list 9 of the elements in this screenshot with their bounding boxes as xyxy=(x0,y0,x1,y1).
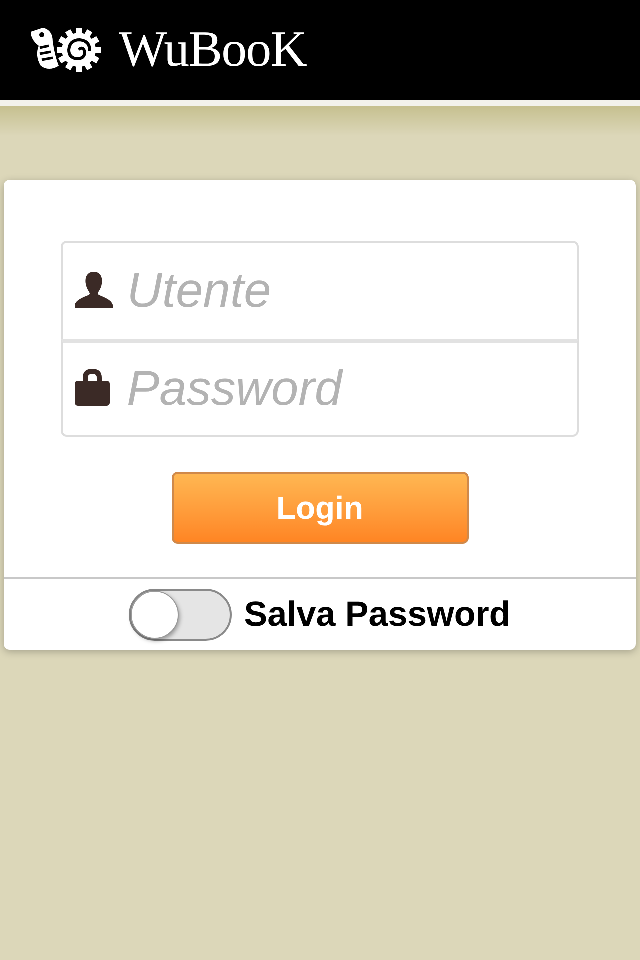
toggle-switch[interactable] xyxy=(129,588,232,640)
save-password-label: Salva Password xyxy=(244,597,511,632)
bird-and-sun-logo-icon xyxy=(29,25,101,75)
brand-name: WuBooK xyxy=(119,24,306,76)
person-icon xyxy=(75,272,113,308)
lock-icon xyxy=(75,368,110,406)
password-field[interactable]: Password xyxy=(61,339,579,437)
login-button[interactable]: Login xyxy=(172,472,468,544)
username-field[interactable]: Utente xyxy=(61,241,579,339)
